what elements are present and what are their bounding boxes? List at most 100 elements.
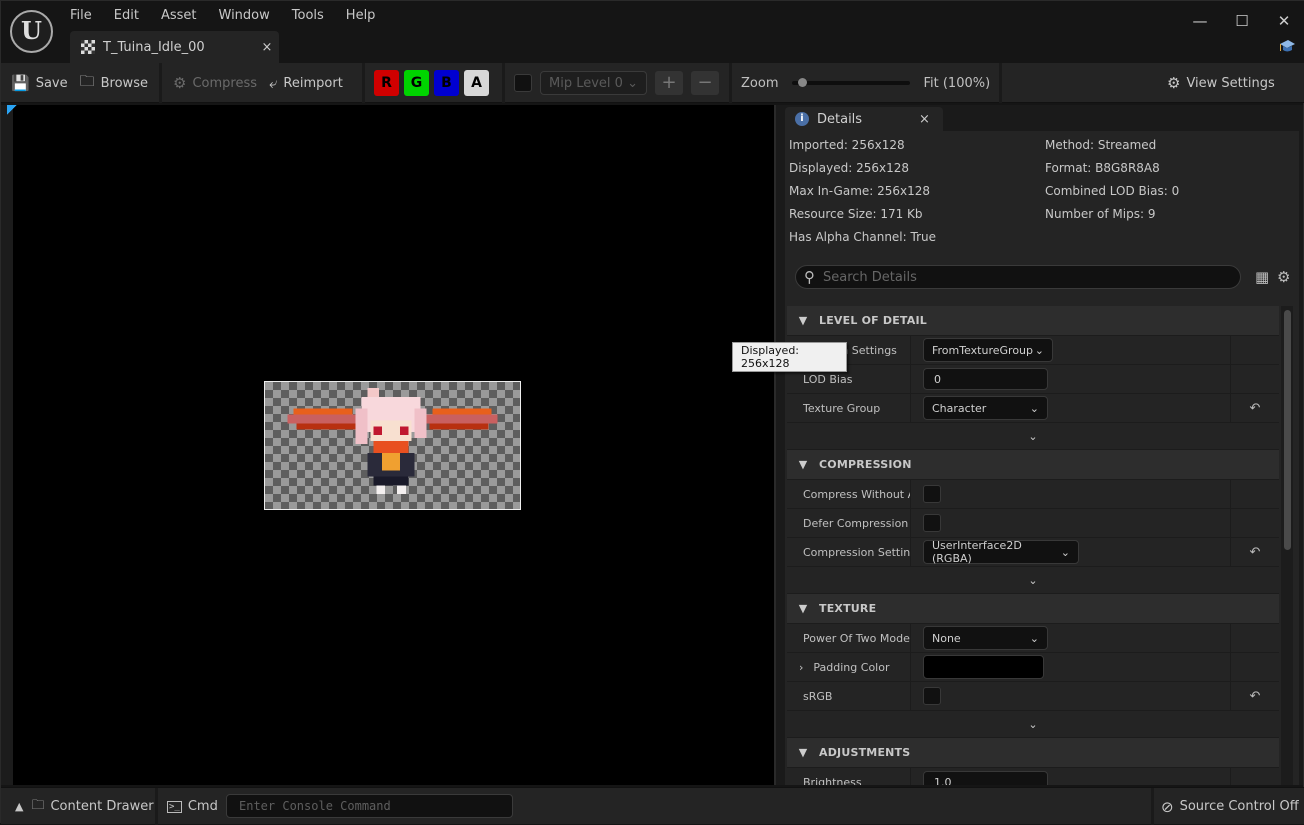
chevron-down-icon: ⌄ <box>1029 401 1039 415</box>
mip-decrease-button[interactable]: − <box>691 71 719 95</box>
cmd-button[interactable]: >_ Cmd <box>167 788 218 825</box>
defer-compression-checkbox[interactable] <box>923 514 941 532</box>
zoom-slider[interactable] <box>792 78 911 87</box>
search-details-field[interactable]: ⚲ <box>795 265 1241 289</box>
search-details-input[interactable] <box>823 269 1223 285</box>
toolbar: 💾 Save 🗀 Browse ⚙ Compress ⤶ Reimport R … <box>1 63 1304 103</box>
menu-help[interactable]: Help <box>335 5 387 26</box>
property-label-container: › Padding Color <box>787 653 911 681</box>
document-tab[interactable]: T_Tuina_Idle_00 × <box>70 31 279 63</box>
property-label: Power Of Two Mode <box>787 624 911 652</box>
save-button[interactable]: 💾 Save <box>5 68 74 98</box>
mip-level-checkbox[interactable] <box>514 74 532 92</box>
mip-level-select[interactable]: Mip Level 0 ⌄ <box>540 71 647 95</box>
details-scrollbar[interactable] <box>1281 306 1293 785</box>
section-level-of-detail[interactable]: ▼ LEVEL OF DETAIL <box>787 306 1279 336</box>
browse-button[interactable]: 🗀 Browse <box>74 68 154 98</box>
details-tab[interactable]: i Details × <box>785 107 943 131</box>
zoom-slider-thumb[interactable] <box>797 78 807 87</box>
red-channel-toggle[interactable]: R <box>374 70 399 96</box>
compression-settings-dropdown[interactable]: UserInterface2D (RGBA) ⌄ <box>923 539 1079 565</box>
scrollbar-thumb[interactable] <box>1284 310 1291 550</box>
texture-preview <box>264 381 521 510</box>
console-command-field[interactable] <box>226 794 513 818</box>
close-details-icon[interactable]: × <box>919 112 943 127</box>
menu-window[interactable]: Window <box>208 5 281 26</box>
mip-gen-settings-dropdown[interactable]: FromTextureGroup ⌄ <box>923 338 1053 362</box>
show-advanced-button[interactable]: ⌄ <box>787 711 1279 738</box>
graduation-cap-icon[interactable] <box>1279 39 1295 53</box>
chevron-up-icon: ▲ <box>15 800 24 813</box>
green-channel-toggle[interactable]: G <box>404 70 429 96</box>
reset-to-default-icon[interactable]: ↶ <box>1231 538 1279 566</box>
srgb-checkbox[interactable] <box>923 687 941 705</box>
dropdown-value: Character <box>932 401 987 415</box>
source-control-button[interactable]: ⊘ Source Control Off <box>1161 788 1299 825</box>
reset-to-default-icon[interactable]: ↶ <box>1231 394 1279 422</box>
file-actions: 💾 Save 🗀 Browse <box>5 63 154 103</box>
menu-tools[interactable]: Tools <box>281 5 335 26</box>
table-view-icon[interactable]: ▦ <box>1255 268 1269 286</box>
property-row-brightness: Brightness 1.0 <box>787 768 1279 785</box>
status-bar: ▲ 🗀 Content Drawer >_ Cmd ⊘ Source Contr… <box>1 787 1304 825</box>
compress-button[interactable]: ⚙ Compress <box>167 68 263 98</box>
menu-file[interactable]: File <box>59 5 103 26</box>
close-window-button[interactable]: ✕ <box>1263 7 1304 35</box>
reimport-button[interactable]: ⤶ Reimport <box>263 68 349 98</box>
stat-combined-lod-bias: Combined LOD Bias: 0 <box>1045 184 1180 198</box>
dropdown-value: UserInterface2D (RGBA) <box>932 539 1022 565</box>
zoom-value-dropdown[interactable]: Fit (100%) <box>923 76 990 91</box>
document-tab-label: T_Tuina_Idle_00 <box>103 39 205 55</box>
zoom-controls: Zoom Fit (100%) <box>741 63 990 103</box>
maximize-button[interactable]: ☐ <box>1221 7 1263 35</box>
cmd-label: Cmd <box>187 799 218 814</box>
view-settings-button[interactable]: ⚙ View Settings <box>1161 68 1281 98</box>
blue-channel-toggle[interactable]: B <box>434 70 459 96</box>
lod-bias-input[interactable]: 0 <box>923 368 1048 390</box>
settings-gear-icon[interactable]: ⚙ <box>1277 268 1290 286</box>
view-settings-label: View Settings <box>1186 75 1275 91</box>
save-icon: 💾 <box>11 74 30 92</box>
console-command-input[interactable] <box>239 799 499 813</box>
toolbar-divider <box>362 63 365 103</box>
brightness-input[interactable]: 1.0 <box>923 771 1048 785</box>
content-drawer-button[interactable]: ▲ 🗀 Content Drawer <box>15 788 154 825</box>
chevron-down-icon: ⌄ <box>1034 343 1044 357</box>
texture-group-dropdown[interactable]: Character ⌄ <box>923 396 1048 420</box>
search-icon: ⚲ <box>804 268 815 286</box>
property-row-texture-group: Texture Group Character ⌄ ↶ <box>787 394 1279 423</box>
reset-to-default-icon[interactable]: ↶ <box>1231 682 1279 710</box>
unreal-logo-icon[interactable]: U <box>10 10 53 53</box>
mip-increase-button[interactable]: + <box>655 71 683 95</box>
section-title: COMPRESSION <box>819 458 912 471</box>
menu-asset[interactable]: Asset <box>150 5 208 26</box>
stat-number-of-mips: Number of Mips: 9 <box>1045 207 1156 221</box>
mip-controls: Mip Level 0 ⌄ + − <box>514 63 719 103</box>
show-advanced-button[interactable]: ⌄ <box>787 423 1279 450</box>
alpha-channel-toggle[interactable]: A <box>464 70 489 96</box>
window-controls: — ☐ ✕ <box>1179 7 1304 35</box>
property-label: Brightness <box>787 768 911 785</box>
texture-editor-window: U File Edit Asset Window Tools Help T_Tu… <box>0 0 1304 825</box>
section-compression[interactable]: ▼ COMPRESSION <box>787 450 1279 480</box>
source-control-label: Source Control Off <box>1179 799 1299 814</box>
chevron-right-icon[interactable]: › <box>799 661 803 674</box>
viewport-splitter[interactable] <box>774 105 783 785</box>
section-texture[interactable]: ▼ TEXTURE <box>787 594 1279 624</box>
terminal-icon: >_ <box>167 800 182 813</box>
menu-edit[interactable]: Edit <box>103 5 150 26</box>
close-tab-icon[interactable]: × <box>255 40 279 55</box>
compress-without-alpha-checkbox[interactable] <box>923 485 941 503</box>
property-list: ▼ LEVEL OF DETAIL Mip Gen Settings FromT… <box>787 306 1279 785</box>
property-row-lod-bias: LOD Bias 0 <box>787 365 1279 394</box>
padding-color-swatch[interactable] <box>923 655 1044 679</box>
compress-icon: ⚙ <box>173 74 187 92</box>
chevron-down-icon: ▼ <box>798 602 808 615</box>
statusbar-divider <box>155 788 158 825</box>
minimize-button[interactable]: — <box>1179 7 1221 35</box>
property-row-srgb: sRGB ↶ <box>787 682 1279 711</box>
zoom-label: Zoom <box>741 75 779 91</box>
power-of-two-mode-dropdown[interactable]: None ⌄ <box>923 626 1048 650</box>
show-advanced-button[interactable]: ⌄ <box>787 567 1279 594</box>
section-adjustments[interactable]: ▼ ADJUSTMENTS <box>787 738 1279 768</box>
